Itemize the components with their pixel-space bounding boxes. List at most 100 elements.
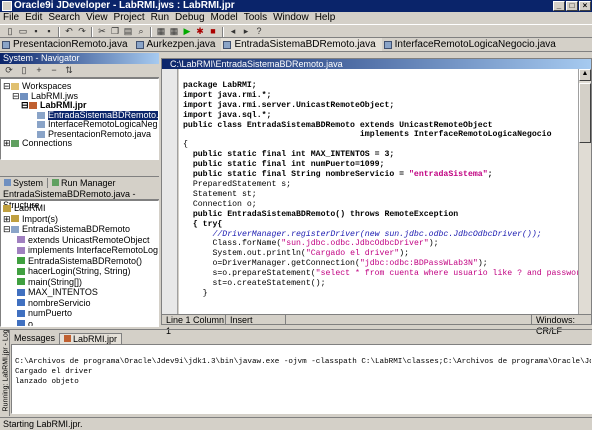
structure-item[interactable]: hacerLogin(String, String): [3, 266, 156, 277]
structure-item[interactable]: numPuerto: [3, 308, 156, 319]
close-button[interactable]: ×: [579, 1, 591, 11]
code-line: //DriverManager.registerDriver(new sun.j…: [183, 229, 542, 239]
tree-label: EntradaSistemaBDRemoto(): [28, 255, 143, 266]
copy-icon[interactable]: ❐: [109, 26, 121, 37]
structure-item[interactable]: LabRMI: [3, 203, 156, 214]
add-icon[interactable]: +: [33, 65, 45, 76]
remove-icon[interactable]: −: [48, 65, 60, 76]
menu-view[interactable]: View: [83, 12, 111, 23]
tree-item-connections[interactable]: ⊞ Connections: [3, 138, 156, 149]
paste-icon[interactable]: ▤: [122, 26, 134, 37]
stop-icon[interactable]: ■: [207, 26, 219, 37]
tab-system[interactable]: System: [0, 177, 49, 188]
tree-label: MAX_INTENTOS: [28, 287, 98, 298]
tree-label: implements InterfaceRemotoLogicaNegocio: [28, 245, 159, 256]
tab-label: PresentacionRemoto.java: [13, 38, 128, 50]
java-file-icon: [383, 40, 392, 49]
rebuild-icon[interactable]: ▦: [168, 26, 180, 37]
sort-icon[interactable]: ⇅: [63, 65, 75, 76]
code-line: import java.sql.*;: [183, 110, 272, 120]
tree-label: extends UnicastRemoteObject: [28, 234, 150, 245]
system-icon: [4, 179, 11, 186]
open-folder-icon[interactable]: ▭: [17, 26, 29, 37]
structure-item[interactable]: implements InterfaceRemotoLogicaNegocio: [3, 245, 159, 256]
editor-vertical-scrollbar[interactable]: ▲: [578, 69, 591, 314]
code-line: Class.forName("sun.jdbc.odbc.JdbcOdbcDri…: [183, 239, 439, 249]
field-icon: [17, 299, 25, 307]
menu-file[interactable]: File: [0, 12, 22, 23]
undo-icon[interactable]: ↶: [63, 26, 75, 37]
tab-aurkezpen[interactable]: Aurkezpen.java: [134, 38, 222, 51]
log-output[interactable]: C:\Archivos de programa\Oracle\Jdev9i\jd…: [11, 344, 592, 414]
help-icon[interactable]: ?: [253, 26, 265, 37]
app-icon: [2, 1, 12, 11]
constructor-icon: [17, 257, 25, 265]
menu-run[interactable]: Run: [148, 12, 172, 23]
log-line: lanzado objeto: [15, 378, 79, 386]
forward-icon[interactable]: ▸: [240, 26, 252, 37]
tab-interface-remoto[interactable]: InterfaceRemotoLogicaNegocio.java: [382, 38, 562, 51]
save-icon[interactable]: ▪: [30, 26, 42, 37]
new-icon[interactable]: ▯: [18, 65, 30, 76]
structure-title: EntradaSistemaBDRemoto.java - Structure: [0, 189, 159, 210]
folder-icon: [11, 83, 19, 91]
structure-item[interactable]: EntradaSistemaBDRemoto(): [3, 256, 156, 267]
editor-status-bar: Line 1 Column 1 Insert Windows: CR/LF: [162, 314, 591, 336]
menu-project[interactable]: Project: [111, 12, 148, 23]
java-file-icon: [2, 40, 10, 49]
menu-edit[interactable]: Edit: [22, 12, 45, 23]
structure-item[interactable]: ⊞ Import(s): [3, 214, 156, 225]
menu-window[interactable]: Window: [270, 12, 312, 23]
maximize-button[interactable]: □: [566, 1, 578, 11]
project-icon: [29, 102, 37, 110]
run-icon[interactable]: ▶: [181, 26, 193, 37]
save-all-icon[interactable]: ▪: [43, 26, 55, 37]
tab-messages[interactable]: Messages: [10, 333, 59, 343]
project-icon: [64, 335, 72, 342]
line-ending-format: Windows: CR/LF: [531, 315, 591, 336]
structure-item[interactable]: ⊟ EntradaSistemaBDRemoto: [3, 224, 156, 235]
scroll-thumb[interactable]: [579, 83, 591, 143]
menu-tools[interactable]: Tools: [241, 12, 270, 23]
back-icon[interactable]: ◂: [227, 26, 239, 37]
code-line: public static final int MAX_INTENTOS = 3…: [183, 150, 395, 160]
new-file-icon[interactable]: ▯: [4, 26, 16, 37]
redo-icon[interactable]: ↷: [76, 26, 88, 37]
code-line: import java.rmi.server.UnicastRemoteObje…: [183, 100, 395, 110]
structure-item[interactable]: extends UnicastRemoteObject: [3, 235, 156, 246]
code-line: Statement st;: [183, 189, 257, 199]
navigator-title: System - Navigator: [0, 53, 159, 64]
tab-presentacion-remoto[interactable]: PresentacionRemoto.java: [0, 38, 134, 51]
structure-item[interactable]: nombreServicio: [3, 298, 156, 309]
code-area[interactable]: package LabRMI; import java.rmi.*; import …: [179, 69, 578, 314]
navigator-tabs: System Run Manager: [0, 176, 159, 188]
debug-icon[interactable]: ✱: [194, 26, 206, 37]
tab-log-project[interactable]: LabRMI.jpr: [59, 332, 123, 344]
editor-title: C:\LabRMI\EntradaSistemaBDRemoto.java: [162, 59, 591, 69]
structure-tree: LabRMI ⊞ Import(s) ⊟ EntradaSistemaBDRemot…: [0, 200, 159, 327]
window-title: Oracle9i JDeveloper - LabRMI.jws : LabRM…: [14, 0, 235, 11]
find-icon[interactable]: ⌕: [135, 26, 147, 37]
menu-model[interactable]: Model: [208, 12, 241, 23]
tree-label: o: [28, 318, 34, 327]
java-file-icon: [37, 111, 45, 119]
tab-run-manager[interactable]: Run Manager: [48, 178, 120, 188]
scroll-up-arrow[interactable]: ▲: [579, 69, 591, 81]
menu-help[interactable]: Help: [312, 12, 339, 23]
code-line: import java.rmi.*;: [183, 90, 272, 100]
menu-debug[interactable]: Debug: [172, 12, 207, 23]
structure-item[interactable]: main(String[]): [3, 277, 156, 288]
tab-entrada-sistema[interactable]: EntradaSistemaBDRemoto.java: [221, 38, 382, 51]
structure-item[interactable]: MAX_INTENTOS: [3, 287, 156, 298]
refresh-icon[interactable]: ⟳: [3, 65, 15, 76]
make-icon[interactable]: ▦: [155, 26, 167, 37]
log-line: C:\Archivos de programa\Oracle\Jdev9i\jd…: [15, 358, 591, 366]
structure-item[interactable]: o: [3, 318, 156, 327]
cut-icon[interactable]: ✂: [96, 26, 108, 37]
editor-gutter: [162, 69, 178, 314]
menu-search[interactable]: Search: [45, 12, 83, 23]
tree-item-workspaces[interactable]: ⊟ Workspaces: [3, 81, 156, 92]
minimize-button[interactable]: _: [553, 1, 565, 11]
title-bar: Oracle9i JDeveloper - LabRMI.jws : LabRM…: [0, 0, 592, 12]
toolbar-separator: [150, 27, 152, 37]
